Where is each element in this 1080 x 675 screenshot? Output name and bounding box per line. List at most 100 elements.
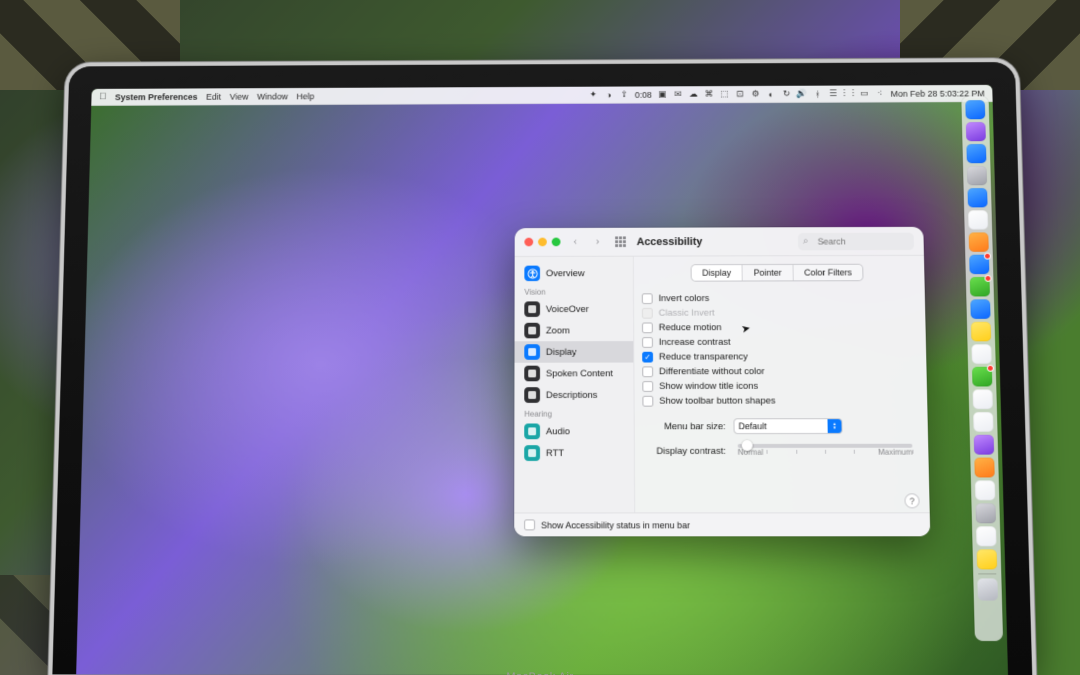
system-preferences-window: ‹ › Accessibility ⌕ — [514, 227, 930, 537]
menu-edit[interactable]: Edit — [206, 92, 221, 102]
dock-item-app-b[interactable] — [968, 210, 988, 229]
menubar-extras[interactable]: ✦ ◑ ⇪ 0:08 ▣ ✉ ☁ ⌘ ⬚ ⊡ ⚙ ◐ ↻ 🔊 — [588, 88, 984, 99]
checkbox-toolbarshapes[interactable] — [642, 396, 653, 407]
status-icon[interactable]: ✦ — [588, 90, 598, 100]
dock-item-siri[interactable] — [966, 122, 986, 141]
chevron-updown-icon: ▴▾ — [827, 419, 841, 433]
status-icon[interactable]: ☰ — [828, 89, 838, 99]
dock-item-messages[interactable] — [970, 277, 990, 296]
status-icon[interactable]: ◐ — [766, 89, 776, 99]
help-button[interactable]: ? — [904, 493, 919, 508]
bluetooth-icon[interactable]: ᚼ — [813, 89, 823, 99]
dock-item-finder[interactable] — [965, 100, 985, 119]
dock-item-photos[interactable] — [975, 480, 995, 500]
check-row-contrast: Increase contrast — [642, 335, 914, 350]
menu-help[interactable]: Help — [296, 91, 314, 101]
sidebar-item-label: Spoken Content — [546, 368, 613, 379]
window-titlebar[interactable]: ‹ › Accessibility ⌕ — [515, 227, 924, 257]
apple-menu[interactable]:  — [99, 92, 106, 102]
status-icon[interactable]: ⌘ — [704, 89, 714, 99]
status-icon[interactable]: ☁ — [688, 90, 698, 100]
dock-item-safari[interactable] — [966, 144, 986, 163]
display-icon — [524, 344, 540, 360]
menubar-size-label: Menu bar size: — [643, 421, 726, 432]
dock-item-bbedit[interactable] — [971, 344, 991, 364]
dock-trash[interactable] — [977, 578, 998, 600]
dock-item-1password[interactable] — [973, 412, 993, 432]
minimize-button[interactable] — [538, 238, 547, 247]
footer-label: Show Accessibility status in menu bar — [541, 520, 690, 530]
volume-icon[interactable]: 🔊 — [797, 89, 807, 99]
dock-item-app-a[interactable] — [971, 322, 991, 342]
dock-item-app-orange2[interactable] — [974, 458, 994, 478]
sidebar-item-zoom[interactable]: Zoom — [515, 320, 634, 342]
desktop[interactable]:  System Preferences Edit View Window He… — [76, 85, 1008, 675]
dock-item-zoom[interactable] — [970, 299, 990, 319]
laptop-model-label: MacBook Air — [506, 671, 573, 675]
show-all-button[interactable] — [612, 234, 628, 249]
checkbox-label: Increase contrast — [659, 337, 731, 348]
zoom-button[interactable] — [552, 238, 561, 247]
forward-button[interactable]: › — [590, 234, 606, 249]
popup-value: Default — [738, 421, 766, 431]
laptop:  System Preferences Edit View Window He… — [50, 50, 1030, 675]
dock-item-notes[interactable] — [977, 549, 998, 569]
sidebar-item-rtt[interactable]: RTT — [514, 442, 634, 464]
status-icon[interactable]: ▣ — [657, 90, 667, 100]
checkbox-transparency[interactable]: ✓ — [642, 352, 653, 363]
wifi-icon[interactable]: ⋮⋮ — [844, 89, 854, 99]
status-icon[interactable]: ⇪ — [619, 90, 629, 100]
dock-item-app-chat[interactable] — [972, 367, 992, 387]
slider-thumb[interactable] — [741, 440, 752, 451]
status-icon[interactable]: ⬚ — [720, 89, 730, 99]
sidebar: Overview VisionVoiceOverZoomDisplaySpoke… — [514, 257, 635, 513]
dock-item-app-grey2[interactable] — [975, 503, 995, 523]
footer-checkbox[interactable] — [524, 519, 535, 530]
check-row-classic: Classic Invert — [642, 305, 914, 320]
tab-color-filters[interactable]: Color Filters — [792, 265, 863, 281]
app-name-menu[interactable]: System Preferences — [115, 92, 198, 102]
sidebar-item-voiceover[interactable]: VoiceOver — [515, 298, 634, 320]
menu-window[interactable]: Window — [257, 91, 288, 101]
checkbox-motion[interactable] — [642, 323, 653, 334]
dock-item-app-store[interactable] — [967, 188, 987, 207]
checkbox-label: Show window title icons — [659, 381, 758, 392]
close-button[interactable] — [524, 238, 533, 247]
sidebar-item-descriptions[interactable]: Descriptions — [514, 384, 633, 406]
menu-view[interactable]: View — [230, 92, 249, 102]
sidebar-item-spoken[interactable]: Spoken Content — [514, 363, 633, 385]
sidebar-item-label: VoiceOver — [546, 304, 589, 315]
status-icon[interactable]: ⚙ — [751, 89, 761, 99]
search-input[interactable] — [798, 232, 914, 250]
status-icon[interactable]: ⊡ — [735, 89, 745, 99]
dock-item-brave[interactable] — [969, 232, 989, 251]
status-icon[interactable]: ◑ — [604, 90, 614, 100]
dock-item-mail[interactable] — [969, 255, 989, 274]
dock-item-system-preferences[interactable] — [967, 166, 987, 185]
dock-item-calendar[interactable] — [976, 526, 997, 546]
sidebar-item-display[interactable]: Display — [514, 341, 633, 363]
battery-icon[interactable]: ▭ — [859, 89, 869, 99]
dock-item-app-purple[interactable] — [974, 435, 994, 455]
status-icon[interactable]: ↻ — [782, 89, 792, 99]
timer-readout[interactable]: 0:08 — [635, 90, 652, 100]
tab-display[interactable]: Display — [691, 265, 742, 281]
status-icon[interactable]: ✉ — [673, 90, 683, 100]
sidebar-item-audio[interactable]: Audio — [514, 420, 633, 442]
sidebar-item-overview[interactable]: Overview — [515, 262, 633, 284]
menubar-size-popup[interactable]: Default ▴▾ — [733, 418, 842, 434]
display-contrast-slider[interactable] — [738, 444, 913, 448]
checkbox-label: Reduce transparency — [659, 352, 748, 363]
control-center-icon[interactable]: ⁖ — [875, 89, 885, 99]
checkbox-contrast[interactable] — [642, 337, 653, 348]
dock-item-slack[interactable] — [973, 389, 993, 409]
display-contrast-label: Display contrast: — [643, 444, 726, 457]
badge-icon — [984, 253, 991, 260]
tab-pointer[interactable]: Pointer — [742, 265, 793, 281]
checkbox-titleicons[interactable] — [642, 381, 653, 392]
checkbox-invert[interactable] — [642, 293, 653, 304]
back-button[interactable]: ‹ — [567, 234, 583, 249]
checkbox-diffcolor[interactable] — [642, 366, 653, 377]
sidebar-item-label: Overview — [546, 268, 585, 279]
dock-separator — [978, 573, 996, 574]
